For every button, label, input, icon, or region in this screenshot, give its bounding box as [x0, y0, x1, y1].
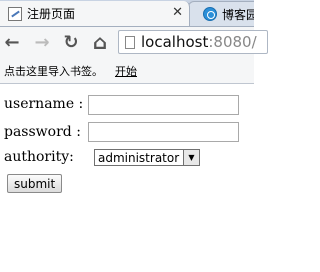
submit-button[interactable]: submit	[7, 174, 63, 193]
authority-select[interactable]: administrator ▼	[94, 149, 200, 166]
address-bar[interactable]: localhost:8080/	[118, 30, 268, 54]
home-icon[interactable]: ⌂	[90, 30, 110, 54]
browser-toolbar: ← → ↻ ⌂ localhost:8080/	[0, 27, 268, 58]
reload-icon[interactable]: ↻	[61, 31, 81, 53]
import-bookmarks-hint: 点击这里导入书签。	[4, 64, 103, 78]
password-input[interactable]	[88, 122, 239, 142]
bookmarks-bar: 点击这里导入书签。 开始	[0, 58, 254, 84]
password-label: password :	[4, 124, 81, 140]
tab-register-page[interactable]: 注册页面 ✕	[0, 1, 190, 26]
chevron-down-icon: ▼	[183, 150, 199, 165]
start-link[interactable]: 开始	[115, 63, 137, 79]
back-arrow-icon[interactable]: ←	[2, 31, 22, 53]
username-input[interactable]	[88, 95, 239, 115]
url-text: localhost:8080/	[141, 33, 257, 51]
tab-title: 注册页面	[27, 7, 76, 21]
blog-favicon-icon	[203, 7, 217, 21]
page-icon	[125, 35, 135, 49]
tab-strip: 注册页面 ✕ 博客园	[0, 0, 254, 27]
tab-blog[interactable]: 博客园	[188, 1, 254, 26]
authority-selected-value: administrator	[98, 150, 180, 165]
close-tab-icon[interactable]: ✕	[172, 6, 183, 20]
tab-title: 博客园	[222, 7, 254, 22]
username-label: username :	[4, 96, 84, 112]
page-favicon-icon	[8, 6, 22, 21]
forward-arrow-icon[interactable]: →	[32, 31, 52, 53]
authority-label: authority:	[4, 149, 74, 165]
